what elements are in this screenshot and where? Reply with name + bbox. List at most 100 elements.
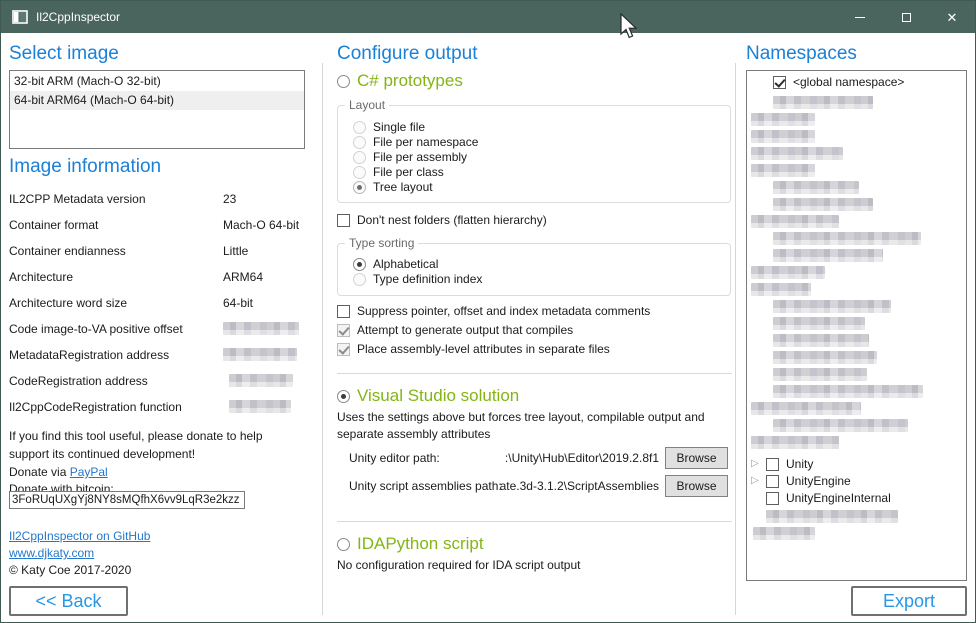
info-label: Architecture xyxy=(9,270,73,284)
redacted-value xyxy=(229,374,293,387)
redacted-value xyxy=(223,348,297,361)
donate-via-label: Donate via xyxy=(9,465,70,479)
separate-attributes-checkbox[interactable]: Place assembly-level attributes in separ… xyxy=(337,342,610,356)
info-label: Architecture word size xyxy=(9,296,127,310)
checkbox-icon xyxy=(766,458,779,471)
list-item-image-1[interactable]: 64-bit ARM64 (Mach-O 64-bit) xyxy=(10,91,304,110)
idapython-script-radio[interactable]: IDAPython script xyxy=(337,534,484,554)
radio-icon xyxy=(337,538,350,551)
website-link[interactable]: www.djkaty.com xyxy=(9,546,94,560)
radio-icon xyxy=(353,121,366,134)
expand-arrow-icon[interactable]: ▷ xyxy=(751,459,759,469)
checkbox-icon xyxy=(766,492,779,505)
ida-description: No configuration required for IDA script… xyxy=(337,558,580,572)
compilable-output-checkbox[interactable]: Attempt to generate output that compiles xyxy=(337,323,573,337)
section-divider xyxy=(337,373,732,374)
radio-icon xyxy=(353,136,366,149)
info-label: Container endianness xyxy=(9,244,126,258)
minimize-icon xyxy=(855,17,865,18)
back-button[interactable]: << Back xyxy=(9,586,128,616)
title-bar: Il2CppInspector ✕ xyxy=(1,1,975,33)
visual-studio-solution-radio[interactable]: Visual Studio solution xyxy=(337,386,519,406)
image-information-header: Image information xyxy=(9,156,161,178)
vs-description-line2: separate assembly attributes xyxy=(337,427,490,441)
info-label: CodeRegistration address xyxy=(9,374,148,388)
radio-icon xyxy=(353,166,366,179)
expand-arrow-icon[interactable]: ▷ xyxy=(751,476,759,486)
info-value: Mach-O 64-bit xyxy=(223,218,299,232)
info-value: ARM64 xyxy=(223,270,263,284)
redacted-value xyxy=(229,400,291,413)
checkbox-icon xyxy=(773,76,786,89)
info-value: Little xyxy=(223,244,248,258)
close-button[interactable]: ✕ xyxy=(929,1,975,33)
info-label: MetadataRegistration address xyxy=(9,348,169,362)
donate-text-line1: If you find this tool useful, please don… xyxy=(9,429,263,443)
suppress-comments-checkbox[interactable]: Suppress pointer, offset and index metad… xyxy=(337,304,650,318)
csharp-prototypes-label: C# prototypes xyxy=(357,71,463,91)
layout-option-file-per-assembly[interactable]: File per assembly xyxy=(353,150,467,164)
type-sorting-group-title: Type sorting xyxy=(345,236,418,250)
maximize-icon xyxy=(902,13,911,22)
namespace-item-unityengineinternal[interactable]: UnityEngineInternal xyxy=(766,491,891,505)
section-divider xyxy=(337,521,732,522)
unity-editor-path-value[interactable]: :\Unity\Hub\Editor\2019.2.8f1 xyxy=(471,451,659,465)
redacted-value xyxy=(223,322,299,335)
sorting-option-type-definition-index[interactable]: Type definition index xyxy=(353,272,482,286)
divider-left-middle xyxy=(322,63,323,615)
paypal-link[interactable]: PayPal xyxy=(70,465,108,479)
configure-output-header: Configure output xyxy=(337,43,478,65)
info-label: Il2CppCodeRegistration function xyxy=(9,400,182,414)
radio-icon xyxy=(353,258,366,271)
github-link[interactable]: Il2CppInspector on GitHub xyxy=(9,529,150,543)
flatten-hierarchy-checkbox[interactable]: Don't nest folders (flatten hierarchy) xyxy=(337,213,547,227)
image-listbox[interactable]: 32-bit ARM (Mach-O 32-bit) 64-bit ARM64 … xyxy=(9,70,305,149)
csharp-prototypes-radio[interactable]: C# prototypes xyxy=(337,71,463,91)
maximize-button[interactable] xyxy=(883,1,929,33)
namespace-item-unity[interactable]: ▷ Unity xyxy=(751,457,813,471)
donate-paypal-line: Donate via PayPal xyxy=(9,465,108,479)
app-window: Il2CppInspector ✕ Select image 32-bit AR… xyxy=(0,0,976,623)
browse-script-path-button[interactable]: Browse xyxy=(665,475,728,497)
radio-icon xyxy=(353,181,366,194)
browse-editor-path-button[interactable]: Browse xyxy=(665,447,728,469)
info-label: Code image-to-VA positive offset xyxy=(9,322,183,336)
bitcoin-address-input[interactable] xyxy=(9,491,245,509)
info-label: IL2CPP Metadata version xyxy=(9,192,146,206)
sorting-option-alphabetical[interactable]: Alphabetical xyxy=(353,257,438,271)
minimize-button[interactable] xyxy=(837,1,883,33)
layout-option-file-per-namespace[interactable]: File per namespace xyxy=(353,135,478,149)
donate-text-line2: support its continued development! xyxy=(9,447,195,461)
vs-description-line1: Uses the settings above but forces tree … xyxy=(337,410,705,424)
unity-editor-path-label: Unity editor path: xyxy=(349,451,440,465)
info-label: Container format xyxy=(9,218,98,232)
idapython-script-label: IDAPython script xyxy=(357,534,484,554)
window-title: Il2CppInspector xyxy=(36,10,120,24)
checkbox-icon xyxy=(766,475,779,488)
namespace-item-unityengine[interactable]: ▷ UnityEngine xyxy=(751,474,851,488)
divider-middle-right xyxy=(735,63,736,615)
radio-icon xyxy=(337,75,350,88)
visual-studio-solution-label: Visual Studio solution xyxy=(357,386,519,406)
export-button[interactable]: Export xyxy=(851,586,967,616)
layout-option-single-file[interactable]: Single file xyxy=(353,120,425,134)
checkbox-icon xyxy=(337,305,350,318)
app-icon xyxy=(12,10,28,24)
copyright-text: © Katy Coe 2017-2020 xyxy=(9,563,131,577)
layout-option-tree-layout[interactable]: Tree layout xyxy=(353,180,433,194)
checkbox-icon xyxy=(337,214,350,227)
namespace-item-global[interactable]: <global namespace> xyxy=(773,75,904,89)
radio-icon xyxy=(353,151,366,164)
select-image-header: Select image xyxy=(9,43,119,65)
mouse-cursor xyxy=(619,13,637,41)
layout-option-file-per-class[interactable]: File per class xyxy=(353,165,444,179)
radio-icon xyxy=(353,273,366,286)
checkbox-icon xyxy=(337,324,350,337)
list-item-image-0[interactable]: 32-bit ARM (Mach-O 32-bit) xyxy=(10,72,304,91)
info-value: 23 xyxy=(223,192,236,206)
unity-script-path-value[interactable]: ate.3d-3.1.2\ScriptAssemblies xyxy=(471,479,659,493)
checkbox-icon xyxy=(337,343,350,356)
namespaces-header: Namespaces xyxy=(746,43,857,65)
layout-group-title: Layout xyxy=(345,98,389,112)
info-value: 64-bit xyxy=(223,296,253,310)
